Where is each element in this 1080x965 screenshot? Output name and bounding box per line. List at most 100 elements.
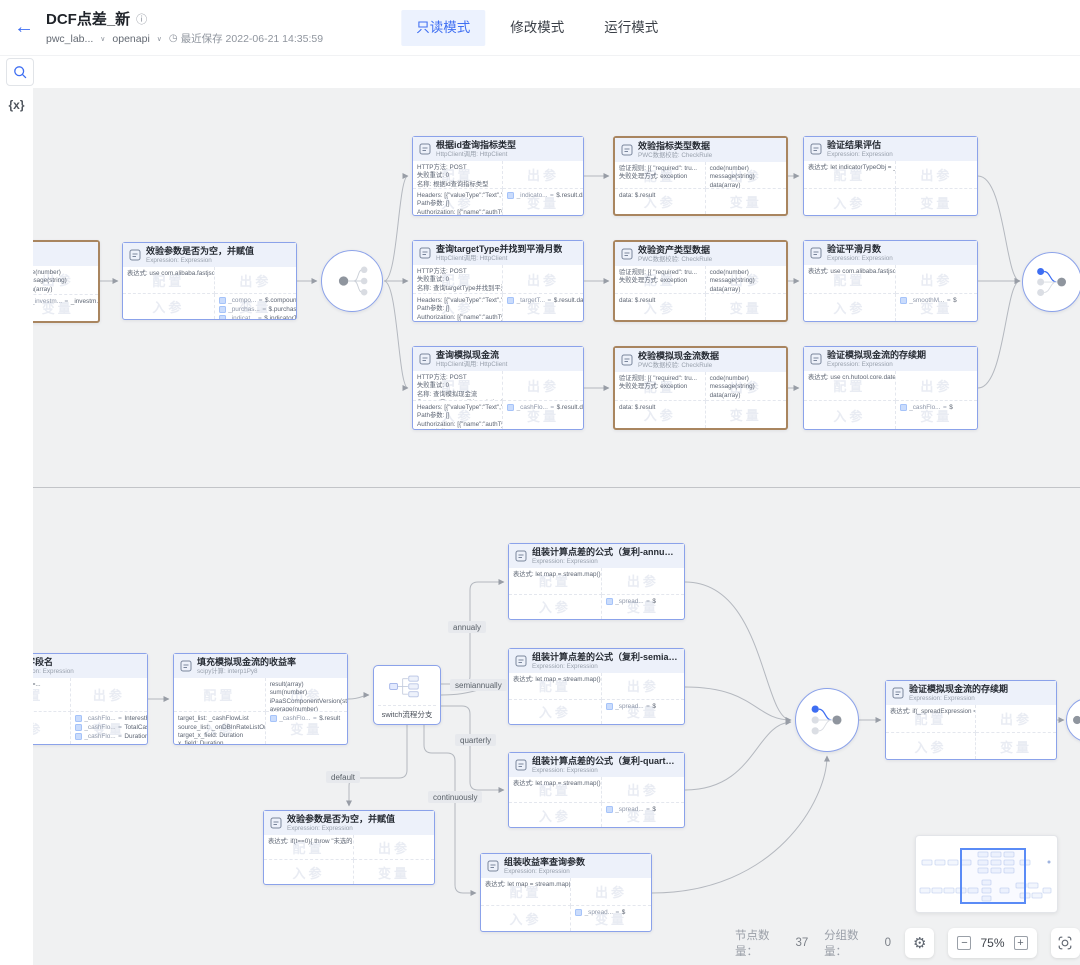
zoom-in-button[interactable]: + xyxy=(1014,936,1028,950)
zoom-out-button[interactable]: − xyxy=(957,936,971,950)
minimap[interactable] xyxy=(915,835,1058,913)
node-subtitle: Expression: Expression xyxy=(532,767,678,774)
node-connector-right-partial[interactable] xyxy=(1066,698,1080,742)
node-header: 效验资产类型数据 PWC数据校验: CheckRule xyxy=(615,242,786,266)
node-config-line: 失败重试: 0 xyxy=(417,382,498,390)
node-check-indicator-type[interactable]: 效验指标类型数据 PWC数据校验: CheckRule 配置 验证规则: [{ … xyxy=(613,136,788,216)
node-title: 根据id查询指标类型 xyxy=(436,140,516,150)
node-config-line: 名称: 查询模拟现金流 xyxy=(417,391,498,399)
node-interp-fill-yield[interactable]: 填充模拟现金流的收益率 scipy计算: interp1Py8 配置 出参 re… xyxy=(173,653,348,745)
node-config-quadrant: 配置 HTTP方法: POST失败重试: 0名称: 查询模拟现金流Connect… xyxy=(413,371,503,401)
node-input-quadrant: 入参 xyxy=(509,803,602,827)
node-subtitle: scipy计算: interp1Py8 xyxy=(197,668,296,675)
node-config-line: 表达式: use com.alibaba.fastjson... xyxy=(808,268,891,276)
node-header: 查询targetType并找到平滑月数 HttpClient调用: HttpCl… xyxy=(413,241,583,265)
minimap-viewport[interactable] xyxy=(960,848,1026,904)
node-type-icon xyxy=(621,144,633,156)
watermark-variable: 变量 xyxy=(706,294,786,320)
watermark-input: 入参 xyxy=(804,401,895,429)
node-config-quadrant: 配置 表达式: use com.alibaba.fastjson... xyxy=(123,267,215,294)
node-variable-quadrant: 变量 _cashFlo...=$.result.dat... xyxy=(503,401,583,429)
param-tag-icon xyxy=(219,315,226,319)
fit-view-icon xyxy=(1057,935,1073,951)
node-check-cashflow[interactable]: 校验模拟现金流数据 PWC数据校验: CheckRule 配置 验证规则: [{… xyxy=(613,346,788,430)
node-input-quadrant: 入参 xyxy=(509,595,602,619)
node-config-line: 表达式: let map = stream.map()... xyxy=(513,571,597,579)
tab-run-mode[interactable]: 运行模式 xyxy=(589,10,673,46)
watermark-input: 入参 xyxy=(264,860,353,884)
node-expr-spread-annually[interactable]: 组装计算点差的公式（复利-annualy） Expression: Expres… xyxy=(508,543,685,620)
node-output-quadrant: 出参 xyxy=(503,265,583,294)
node-expr-spread-quarterly[interactable]: 组装计算点差的公式（复利-quarterly） Expression: Expr… xyxy=(508,752,685,828)
node-subtitle: PWC数据校验: CheckRule xyxy=(638,362,719,369)
node-header: 效验指标类型数据 PWC数据校验: CheckRule xyxy=(615,138,786,162)
node-type-icon xyxy=(270,817,282,829)
node-input-quadrant: 入参 target_list: _cashFlowListsource_list… xyxy=(174,712,266,744)
node-expr-build-yield-query[interactable]: 组装收益率查询参数 Expression: Expression 配置 表达式:… xyxy=(480,853,652,932)
back-button[interactable]: ← xyxy=(14,8,34,46)
node-config-quadrant: 配置 表达式: use cn.hutool.core.date... xyxy=(804,371,896,401)
node-expr-verify-result[interactable]: 验证结果评估 Expression: Expression 配置 表达式: le… xyxy=(803,136,978,216)
node-config-line: result(array) xyxy=(270,681,343,689)
node-switch-branch[interactable]: switch流程分支 xyxy=(373,665,441,725)
node-fanin-lower[interactable] xyxy=(795,688,859,752)
node-fanout-upper[interactable] xyxy=(321,250,383,312)
node-body: 配置 出参 result(array)sum(number)iPaaSCompo… xyxy=(174,678,347,744)
tab-read-only-mode[interactable]: 只读模式 xyxy=(401,10,485,46)
param-row: _cashFlo...=$.result xyxy=(270,715,343,722)
node-input-quadrant: 入参 Headers: [{"valueType":"Text","n...Pa… xyxy=(413,294,503,321)
breadcrumb-project[interactable]: pwc_lab... xyxy=(46,33,93,45)
watermark-output: 出参 xyxy=(354,835,434,859)
node-check-params-upper[interactable]: 效验参数是否为空，并赋值 Expression: Expression 配置 表… xyxy=(122,242,297,320)
variables-rail: {x} xyxy=(0,88,33,965)
param-tag-icon xyxy=(900,404,907,411)
fit-view-button[interactable] xyxy=(1051,928,1080,958)
node-input-quadrant: 入参 data: $.result xyxy=(615,189,706,214)
node-header: 验证模拟现金流的存续期 Expression: Expression xyxy=(886,681,1056,705)
node-title: 查询targetType并找到平滑月数 xyxy=(436,244,562,254)
settings-button[interactable]: ⚙ xyxy=(905,928,934,958)
tab-edit-mode[interactable]: 修改模式 xyxy=(495,10,579,46)
node-type-icon xyxy=(487,860,499,872)
node-input-quadrant: 入参 xyxy=(804,294,896,321)
fanout-icon xyxy=(323,252,381,310)
param-row: _spread...=$ xyxy=(606,598,680,605)
node-config-line: 表达式: use com.alibaba.fastjson... xyxy=(127,270,210,278)
node-header: 校验模拟现金流数据 PWC数据校验: CheckRule xyxy=(615,348,786,372)
param-row: _targetT...=$.result.data xyxy=(507,297,579,304)
node-expr-verify-smooth-months[interactable]: 验证平滑月数 Expression: Expression 配置 表达式: us… xyxy=(803,240,978,322)
node-output-quadrant: 出参 code(number)message(string)data(array… xyxy=(706,266,786,294)
node-config-quadrant: 配置 表达式: if(t==0){ throw "未选的... xyxy=(264,835,354,860)
node-input-quadrant: 入参 xyxy=(123,294,215,319)
minus-icon: − xyxy=(957,936,971,950)
node-http-query-target-type[interactable]: 查询targetType并找到平滑月数 HttpClient调用: HttpCl… xyxy=(412,240,584,322)
node-type-icon xyxy=(810,247,822,259)
breadcrumb-module[interactable]: openapi xyxy=(112,33,149,45)
node-config-line: sum(number) xyxy=(270,689,343,697)
node-title: 验证结果评估 xyxy=(827,140,893,150)
node-config-line: code(number) xyxy=(710,165,782,173)
node-output-quadrant: 出参 xyxy=(896,265,977,294)
node-output-quadrant: 出参 xyxy=(71,678,147,712)
node-fanin-upper[interactable] xyxy=(1022,252,1080,312)
node-header: 验证模拟现金流的存续期 Expression: Expression xyxy=(804,347,977,371)
node-expr-verify-duration-upper[interactable]: 验证模拟现金流的存续期 Expression: Expression 配置 表达… xyxy=(803,346,978,430)
node-config-line: 失败处理方式: exception xyxy=(619,277,701,285)
node-type-icon xyxy=(419,353,431,365)
node-input-quadrant: 入参 xyxy=(481,906,571,931)
node-http-query-indicator-type[interactable]: 根据id查询指标类型 HttpClient调用: HttpClient 配置 H… xyxy=(412,136,584,216)
node-header: 组装计算点差的公式（复利-semiannually） Expression: E… xyxy=(509,649,684,673)
variables-icon[interactable]: {x} xyxy=(8,98,24,965)
node-config-line: x_field: Duration xyxy=(178,740,261,744)
node-body: 配置 表达式: let map = stream.map()... 出参 入参 … xyxy=(509,568,684,619)
watermark-output: 出参 xyxy=(896,371,977,400)
node-expr-spread-semiannually[interactable]: 组装计算点差的公式（复利-semiannually） Expression: E… xyxy=(508,648,685,725)
node-http-query-cashflow[interactable]: 查询模拟现金流 HttpClient调用: HttpClient 配置 HTTP… xyxy=(412,346,584,430)
flow-canvas[interactable]: 配置 出参 code(number)message(string)data(ar… xyxy=(0,88,1080,965)
node-config-line: 表达式: let map = stream.map()... xyxy=(513,676,597,684)
node-check-asset-type[interactable]: 效验资产类型数据 PWC数据校验: CheckRule 配置 验证规则: [{ … xyxy=(613,240,788,322)
node-check-params-lower[interactable]: 效验参数是否为空，并赋值 Expression: Expression 配置 表… xyxy=(263,810,435,885)
node-expr-verify-duration-lower[interactable]: 验证模拟现金流的存续期 Expression: Expression 配置 表达… xyxy=(885,680,1057,760)
node-title: 校验模拟现金流数据 xyxy=(638,351,719,361)
search-button[interactable] xyxy=(6,58,34,86)
